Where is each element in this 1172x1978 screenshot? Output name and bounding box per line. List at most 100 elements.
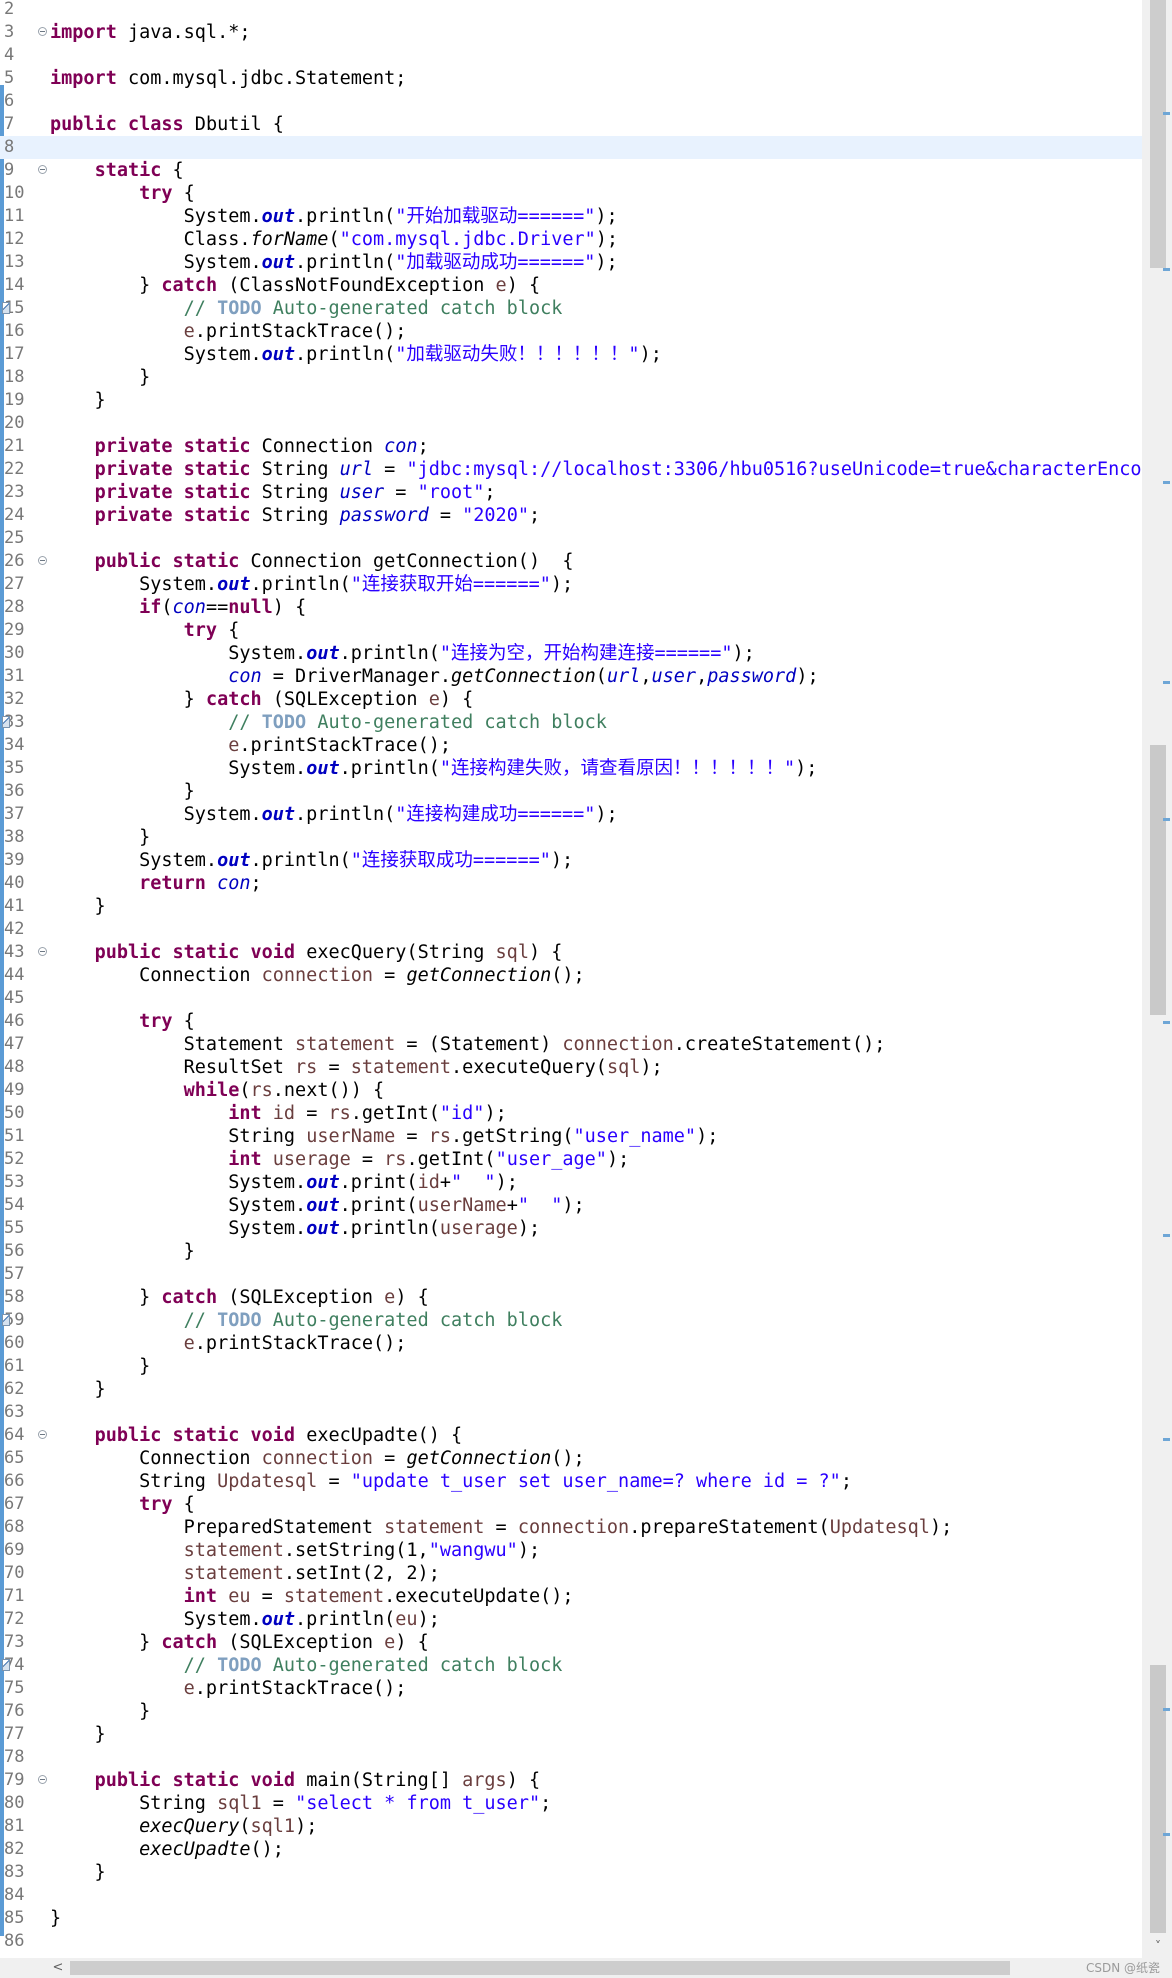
code-line[interactable]: 34 e.printStackTrace(); (0, 734, 1142, 757)
code-line[interactable]: 24 private static String password = "202… (0, 504, 1142, 527)
code-line[interactable]: 57 (0, 1263, 1142, 1286)
code-line[interactable]: 16 e.printStackTrace(); (0, 320, 1142, 343)
vertical-scrollbar[interactable]: ˅ (1142, 0, 1172, 1958)
code-line[interactable]: 81 execQuery(sql1); (0, 1815, 1142, 1838)
code-line[interactable]: 4 (0, 44, 1142, 67)
code-line[interactable]: 83 } (0, 1861, 1142, 1884)
task-marker-icon[interactable] (2, 302, 10, 314)
fold-toggle-icon[interactable] (38, 165, 47, 174)
code-line[interactable]: 84 (0, 1884, 1142, 1907)
code-line[interactable]: 79 public static void main(String[] args… (0, 1769, 1142, 1792)
code-line[interactable]: 59 // TODO Auto-generated catch block (0, 1309, 1142, 1332)
horizontal-scrollbar[interactable]: < (0, 1958, 1172, 1978)
fold-toggle-icon[interactable] (38, 947, 47, 956)
code-line[interactable]: 75 e.printStackTrace(); (0, 1677, 1142, 1700)
code-line[interactable]: 58 } catch (SQLException e) { (0, 1286, 1142, 1309)
code-line[interactable]: 76 } (0, 1700, 1142, 1723)
code-line[interactable]: 32 } catch (SQLException e) { (0, 688, 1142, 711)
code-line[interactable]: 50 int id = rs.getInt("id"); (0, 1102, 1142, 1125)
code-line[interactable]: 54 System.out.print(userName+" "); (0, 1194, 1142, 1217)
overview-marker[interactable] (1163, 1021, 1170, 1024)
fold-toggle-icon[interactable] (38, 556, 47, 565)
code-line[interactable]: 26 public static Connection getConnectio… (0, 550, 1142, 573)
code-line[interactable]: 71 int eu = statement.executeUpdate(); (0, 1585, 1142, 1608)
fold-toggle-icon[interactable] (38, 27, 47, 36)
code-line[interactable]: 9 static { (0, 159, 1142, 182)
code-line[interactable]: 51 String userName = rs.getString("user_… (0, 1125, 1142, 1148)
scroll-left-arrow-icon[interactable]: < (50, 1960, 66, 1976)
code-line[interactable]: 66 String Updatesql = "update t_user set… (0, 1470, 1142, 1493)
overview-marker[interactable] (1163, 1833, 1170, 1836)
code-line[interactable]: 14 } catch (ClassNotFoundException e) { (0, 274, 1142, 297)
code-line[interactable]: 85} (0, 1907, 1142, 1930)
code-line[interactable]: 72 System.out.println(eu); (0, 1608, 1142, 1631)
code-line[interactable]: 15 // TODO Auto-generated catch block (0, 297, 1142, 320)
code-line[interactable]: 53 System.out.print(id+" "); (0, 1171, 1142, 1194)
fold-toggle-icon[interactable] (38, 1775, 47, 1784)
code-line[interactable]: 40 return con; (0, 872, 1142, 895)
code-line[interactable]: 70 statement.setInt(2, 2); (0, 1562, 1142, 1585)
code-line[interactable]: 38 } (0, 826, 1142, 849)
code-line[interactable]: 42 (0, 918, 1142, 941)
code-line[interactable]: 48 ResultSet rs = statement.executeQuery… (0, 1056, 1142, 1079)
code-line[interactable]: 7 public class Dbutil { (0, 113, 1142, 136)
code-line[interactable]: 20 (0, 412, 1142, 435)
code-line[interactable]: 64 public static void execUpadte() { (0, 1424, 1142, 1447)
overview-marker[interactable] (1163, 481, 1170, 484)
code-line[interactable]: 62 } (0, 1378, 1142, 1401)
code-line[interactable]: 45 (0, 987, 1142, 1010)
overview-marker[interactable] (1163, 268, 1170, 271)
code-line[interactable]: 5 import com.mysql.jdbc.Statement; (0, 67, 1142, 90)
code-line[interactable]: 28 if(con==null) { (0, 596, 1142, 619)
code-line[interactable]: 44 Connection connection = getConnection… (0, 964, 1142, 987)
code-line[interactable]: 60 e.printStackTrace(); (0, 1332, 1142, 1355)
code-line[interactable]: 17 System.out.println("加载驱动失败！！！！！！"); (0, 343, 1142, 366)
overview-marker[interactable] (1163, 112, 1170, 115)
overview-marker[interactable] (1163, 818, 1170, 821)
code-line[interactable]: 11 System.out.println("开始加载驱动======"); (0, 205, 1142, 228)
code-line[interactable]: 56 } (0, 1240, 1142, 1263)
task-marker-icon[interactable] (2, 716, 10, 728)
scroll-down-arrow-icon[interactable]: ˅ (1150, 1938, 1166, 1954)
code-line[interactable]: 39 System.out.println("连接获取成功======"); (0, 849, 1142, 872)
overview-marker[interactable] (1163, 1234, 1170, 1237)
code-line[interactable]: 68 PreparedStatement statement = connect… (0, 1516, 1142, 1539)
code-line[interactable]: 63 (0, 1401, 1142, 1424)
code-line[interactable]: 29 try { (0, 619, 1142, 642)
code-line[interactable]: 21 private static Connection con; (0, 435, 1142, 458)
horizontal-scroll-thumb[interactable] (70, 1961, 1010, 1975)
code-line[interactable]: 61 } (0, 1355, 1142, 1378)
code-line[interactable]: 22 private static String url = "jdbc:mys… (0, 458, 1142, 481)
code-line[interactable]: 41 } (0, 895, 1142, 918)
code-line[interactable]: 36 } (0, 780, 1142, 803)
code-line[interactable]: 13 System.out.println("加载驱动成功======"); (0, 251, 1142, 274)
code-line[interactable]: 43 public static void execQuery(String s… (0, 941, 1142, 964)
code-line[interactable]: 33 // TODO Auto-generated catch block (0, 711, 1142, 734)
task-marker-icon[interactable] (2, 1659, 10, 1671)
overview-marker[interactable] (1163, 1708, 1170, 1711)
task-marker-icon[interactable] (2, 1314, 10, 1326)
overview-marker[interactable] (1163, 681, 1170, 684)
code-line[interactable]: 46 try { (0, 1010, 1142, 1033)
code-line[interactable]: 80 String sql1 = "select * from t_user"; (0, 1792, 1142, 1815)
code-line[interactable]: 35 System.out.println("连接构建失败，请查看原因！！！！！… (0, 757, 1142, 780)
code-line[interactable]: 31 con = DriverManager.getConnection(url… (0, 665, 1142, 688)
code-line[interactable]: 52 int userage = rs.getInt("user_age"); (0, 1148, 1142, 1171)
code-line[interactable]: 37 System.out.println("连接构建成功======"); (0, 803, 1142, 826)
code-line[interactable]: 3 import java.sql.*; (0, 21, 1142, 44)
code-line[interactable]: 12 Class.forName("com.mysql.jdbc.Driver"… (0, 228, 1142, 251)
code-line[interactable]: 23 private static String user = "root"; (0, 481, 1142, 504)
code-line[interactable]: 77 } (0, 1723, 1142, 1746)
code-line[interactable]: 86 (0, 1930, 1142, 1953)
vertical-scroll-thumb[interactable] (1150, 0, 1166, 268)
code-line[interactable]: 27 System.out.println("连接获取开始======"); (0, 573, 1142, 596)
code-line[interactable]: 74 // TODO Auto-generated catch block (0, 1654, 1142, 1677)
code-line[interactable]: 78 (0, 1746, 1142, 1769)
code-line[interactable]: 25 (0, 527, 1142, 550)
code-line[interactable]: 2 (0, 0, 1142, 21)
fold-toggle-icon[interactable] (38, 1430, 47, 1439)
code-line[interactable]: 65 Connection connection = getConnection… (0, 1447, 1142, 1470)
code-line[interactable]: 82 execUpadte(); (0, 1838, 1142, 1861)
code-line[interactable]: 69 statement.setString(1,"wangwu"); (0, 1539, 1142, 1562)
code-line[interactable]: 30 System.out.println("连接为空，开始构建连接======… (0, 642, 1142, 665)
